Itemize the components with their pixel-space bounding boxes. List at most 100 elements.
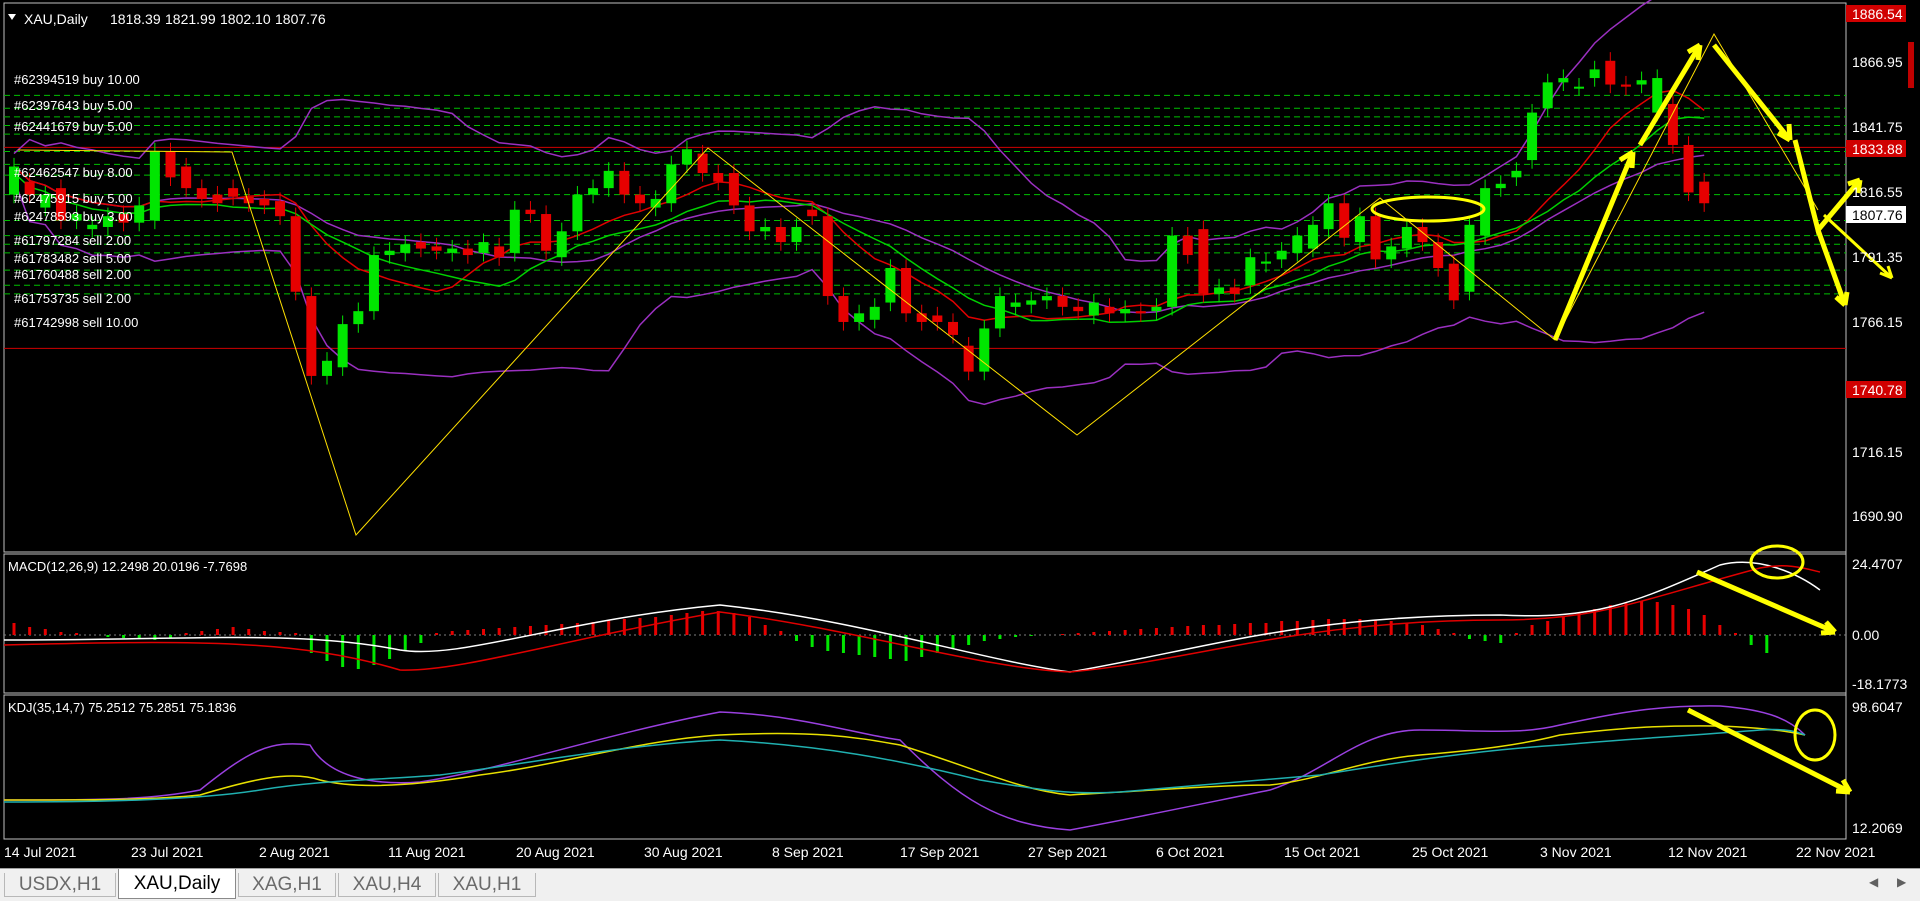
- candle-body: [431, 246, 442, 251]
- date-label: 25 Oct 2021: [1412, 844, 1488, 860]
- price-high: 1821.99: [165, 11, 216, 27]
- price-axis-label: 1716.15: [1852, 444, 1903, 460]
- candle-body: [1198, 229, 1209, 294]
- candle-body: [415, 242, 426, 249]
- tab-usdx-h1[interactable]: USDX,H1: [4, 873, 116, 897]
- tab-xau-daily[interactable]: XAU,Daily: [118, 869, 236, 899]
- date-label: 14 Jul 2021: [4, 844, 77, 860]
- candle-body: [353, 311, 364, 325]
- candle-body: [478, 242, 489, 253]
- candle-body: [807, 209, 818, 217]
- candle-body: [681, 149, 692, 165]
- date-label: 17 Sep 2021: [900, 844, 980, 860]
- candle-body: [948, 321, 958, 335]
- candle-body: [775, 226, 786, 243]
- order-label: #62475915 buy 5.00: [14, 191, 133, 206]
- candle-body: [1010, 302, 1021, 307]
- date-label: 8 Sep 2021: [772, 844, 844, 860]
- date-label: 3 Nov 2021: [1540, 844, 1612, 860]
- candle-body: [322, 360, 332, 376]
- candle-body: [1589, 69, 1600, 79]
- kdj-label: KDJ(35,14,7) 75.2512 75.2851 75.1836: [8, 700, 236, 715]
- candle-body: [572, 194, 583, 232]
- candle-body: [932, 315, 943, 322]
- candle-body: [541, 214, 552, 251]
- order-label: #62478593 buy 3.00: [14, 209, 133, 224]
- candle-body: [1307, 224, 1318, 249]
- date-label: 6 Oct 2021: [1156, 844, 1225, 860]
- tab-xag-h1[interactable]: XAG,H1: [238, 873, 336, 897]
- candle-body: [1261, 261, 1271, 264]
- candle-body: [1292, 235, 1303, 253]
- candle-body: [588, 188, 599, 195]
- date-label: 2 Aug 2021: [259, 844, 330, 860]
- scroll-left-icon[interactable]: ◀: [1869, 875, 1878, 889]
- candle-body: [1495, 183, 1506, 189]
- candle-body: [1667, 103, 1678, 145]
- candle-body: [994, 296, 1005, 329]
- candle-body: [603, 170, 614, 189]
- tab-xau-h4[interactable]: XAU,H4: [338, 873, 436, 897]
- date-label: 27 Sep 2021: [1028, 844, 1108, 860]
- price-axis-label: 1816.55: [1852, 184, 1903, 200]
- candle-body: [525, 209, 536, 215]
- candle-body: [1323, 203, 1334, 230]
- price-axis-label: 1690.90: [1852, 508, 1903, 524]
- date-label: 12 Nov 2021: [1668, 844, 1748, 860]
- price-axis-label: 1791.35: [1852, 249, 1903, 265]
- candle-body: [1339, 203, 1350, 238]
- candle-body: [1527, 112, 1538, 161]
- candle-body: [1057, 296, 1068, 307]
- candle-body: [1620, 84, 1631, 87]
- price-tag-top: 1886.54: [1852, 6, 1903, 22]
- candle-body: [337, 324, 348, 368]
- trading-chart[interactable]: XAU,Daily 1818.39 1821.99 1802.10 1807.7…: [0, 0, 1920, 868]
- candle-body: [1636, 80, 1647, 85]
- candle-body: [384, 250, 395, 256]
- candle-body: [1088, 302, 1099, 316]
- candle-body: [1605, 60, 1616, 85]
- candle-body: [1574, 86, 1584, 89]
- candle-body: [760, 226, 771, 232]
- candle-body: [556, 231, 567, 258]
- candle-body: [1229, 287, 1240, 294]
- kdj-axis-label: 98.6047: [1852, 699, 1903, 715]
- candle-body: [697, 153, 708, 174]
- candle-body: [290, 216, 301, 292]
- order-label: #61760488 sell 2.00: [14, 267, 131, 282]
- tab-xau-h1[interactable]: XAU,H1: [438, 873, 536, 897]
- candle-body: [1370, 216, 1381, 260]
- candle-body: [165, 151, 176, 178]
- candle-body: [494, 246, 505, 258]
- candle-body: [885, 267, 896, 303]
- price-tag-support: 1740.78: [1852, 382, 1903, 398]
- candle-body: [963, 345, 974, 372]
- candle-body: [306, 296, 317, 376]
- candle-body: [1245, 257, 1256, 286]
- candle-body: [400, 244, 411, 253]
- scroll-right-icon[interactable]: ▶: [1897, 875, 1906, 889]
- candle-body: [447, 248, 458, 253]
- order-label: #61742998 sell 10.00: [14, 315, 138, 330]
- candle-body: [1167, 235, 1178, 307]
- date-label: 22 Nov 2021: [1796, 844, 1876, 860]
- candle-body: [1464, 224, 1475, 292]
- candle-body: [275, 201, 286, 217]
- candle-body: [838, 296, 849, 322]
- candle-body: [181, 166, 192, 189]
- order-label: #62397643 buy 5.00: [14, 98, 133, 113]
- candle-body: [1214, 287, 1225, 294]
- macd-axis-label: -18.1773: [1852, 676, 1907, 692]
- candle-body: [134, 205, 145, 223]
- candle-body: [1104, 306, 1115, 314]
- candle-body: [619, 170, 630, 195]
- candle-body: [1386, 246, 1397, 260]
- scroll-indicator[interactable]: [1908, 42, 1914, 88]
- kdj-axis-label: 12.2069: [1852, 820, 1903, 836]
- order-label: #61753735 sell 2.00: [14, 291, 131, 306]
- candle-body: [791, 226, 802, 243]
- candle-body: [1433, 242, 1444, 268]
- candle-body: [1026, 300, 1037, 305]
- date-axis: 14 Jul 2021 23 Jul 2021 2 Aug 2021 11 Au…: [4, 844, 1876, 860]
- candle-body: [149, 151, 160, 221]
